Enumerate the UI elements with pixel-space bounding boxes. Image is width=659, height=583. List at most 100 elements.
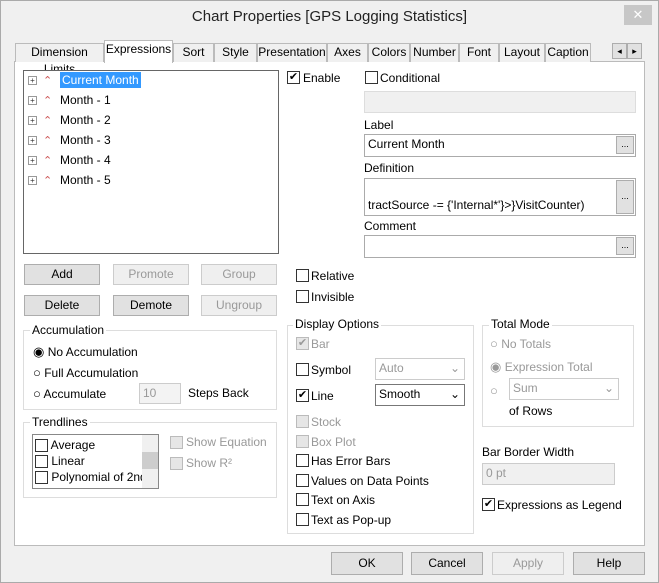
- condition-field[interactable]: [364, 91, 636, 113]
- cancel-button[interactable]: Cancel: [411, 552, 483, 575]
- tab-scroll-right-button[interactable]: ▸: [627, 43, 642, 59]
- tree-item[interactable]: + ⌃ Month - 5: [28, 173, 111, 191]
- line-label: Line: [311, 389, 334, 403]
- show-equation-checkbox[interactable]: [170, 436, 183, 449]
- text-on-axis-label: Text on Axis: [311, 493, 376, 507]
- tab-font[interactable]: Font: [459, 43, 499, 62]
- label-input[interactable]: Current Month: [364, 134, 636, 157]
- accumulate-radio[interactable]: ○ Accumulate: [33, 386, 106, 401]
- delete-button[interactable]: Delete: [24, 295, 100, 316]
- tree-item[interactable]: + ⌃ Month - 1: [28, 93, 111, 111]
- expand-icon[interactable]: +: [28, 96, 37, 106]
- enable-checkbox[interactable]: ✔: [287, 71, 300, 84]
- line-chart-icon: ⌃: [43, 135, 53, 147]
- enable-label: Enable: [303, 71, 341, 85]
- text-as-popup-checkbox[interactable]: [296, 513, 309, 526]
- line-checkbox[interactable]: ✔: [296, 389, 309, 402]
- tab-axes[interactable]: Axes: [327, 43, 368, 62]
- relative-checkbox[interactable]: [296, 269, 309, 282]
- box-plot-label: Box Plot: [311, 435, 356, 449]
- full-accumulation-radio[interactable]: ○ Full Accumulation: [33, 365, 138, 380]
- bar-border-width-title: Bar Border Width: [482, 445, 575, 459]
- symbol-select[interactable]: Auto ⌄: [375, 358, 465, 380]
- trendline-average[interactable]: Average: [35, 437, 156, 453]
- of-rows-label: of Rows: [509, 404, 553, 418]
- chevron-down-icon: ⌄: [449, 361, 460, 375]
- line-chart-icon: ⌃: [43, 155, 53, 167]
- expand-icon[interactable]: +: [28, 136, 37, 146]
- box-plot-checkbox[interactable]: [296, 435, 309, 448]
- expand-icon[interactable]: +: [28, 156, 37, 166]
- expand-icon[interactable]: +: [28, 116, 37, 126]
- close-button[interactable]: ✕: [624, 5, 652, 25]
- tree-item[interactable]: + ⌃ Current Month: [28, 72, 141, 91]
- apply-button[interactable]: Apply: [492, 552, 564, 575]
- comment-title: Comment: [364, 219, 417, 233]
- trendlines-scrollbar[interactable]: [142, 435, 158, 488]
- tree-item[interactable]: + ⌃ Month - 2: [28, 113, 111, 131]
- expression-total-radio[interactable]: ◉ Expression Total: [490, 359, 593, 375]
- stock-checkbox[interactable]: [296, 415, 309, 428]
- symbol-checkbox[interactable]: [296, 363, 309, 376]
- expressions-as-legend-checkbox[interactable]: ✔: [482, 498, 495, 511]
- show-equation-label: Show Equation: [186, 435, 267, 449]
- values-on-data-points-label: Values on Data Points: [311, 474, 429, 488]
- text-on-axis-checkbox[interactable]: [296, 493, 309, 506]
- trendlines-title: Trendlines: [30, 415, 90, 429]
- trendline-linear[interactable]: Linear: [35, 453, 156, 469]
- help-button[interactable]: Help: [573, 552, 645, 575]
- expand-icon[interactable]: +: [28, 176, 37, 186]
- tab-layout[interactable]: Layout: [499, 43, 545, 62]
- accumulation-title: Accumulation: [30, 323, 107, 337]
- tab-number[interactable]: Number: [410, 43, 459, 62]
- tab-presentation[interactable]: Presentation: [257, 43, 327, 62]
- tab-style[interactable]: Style: [214, 43, 257, 62]
- expand-icon[interactable]: +: [28, 76, 37, 86]
- tab-sort[interactable]: Sort: [173, 43, 214, 62]
- promote-button[interactable]: Promote: [113, 264, 189, 285]
- line-style-select[interactable]: Smooth ⌄: [375, 384, 465, 406]
- conditional-checkbox[interactable]: [365, 71, 378, 84]
- line-chart-icon: ⌃: [43, 95, 53, 107]
- trendlines-list[interactable]: Average Linear Polynomial of 2nd d: [32, 434, 159, 489]
- demote-button[interactable]: Demote: [113, 295, 189, 316]
- tab-caption[interactable]: Caption: [545, 43, 591, 62]
- line-chart-icon: ⌃: [43, 175, 53, 187]
- add-button[interactable]: Add: [24, 264, 100, 285]
- bar-border-width-stepper[interactable]: 0 pt: [482, 463, 615, 485]
- error-bars-label: Has Error Bars: [311, 454, 391, 468]
- ok-button[interactable]: OK: [331, 552, 403, 575]
- tab-colors[interactable]: Colors: [368, 43, 410, 62]
- relative-label: Relative: [311, 269, 355, 283]
- no-totals-radio[interactable]: ○ No Totals: [490, 336, 551, 351]
- comment-input[interactable]: [364, 235, 636, 258]
- error-bars-checkbox[interactable]: [296, 454, 309, 467]
- values-on-data-points-checkbox[interactable]: [296, 474, 309, 487]
- tab-dimension-limits[interactable]: Dimension Limits: [15, 43, 104, 76]
- ungroup-button[interactable]: Ungroup: [201, 295, 277, 316]
- symbol-label: Symbol: [311, 363, 352, 377]
- aggregation-select[interactable]: Sum ⌄: [509, 378, 619, 400]
- tab-expressions[interactable]: Expressions: [104, 40, 173, 63]
- trendline-polynomial-2[interactable]: Polynomial of 2nd d: [35, 469, 143, 485]
- total-mode-title: Total Mode: [489, 317, 552, 331]
- conditional-label: Conditional: [380, 71, 441, 85]
- tree-item[interactable]: + ⌃ Month - 4: [28, 153, 111, 171]
- tab-scroll-left-button[interactable]: ◂: [612, 43, 627, 59]
- bar-checkbox[interactable]: ✔: [296, 337, 309, 350]
- no-accumulation-radio[interactable]: ◉ No Accumulation: [33, 344, 138, 360]
- invisible-checkbox[interactable]: [296, 290, 309, 303]
- comment-ellipsis-button[interactable]: ...: [616, 237, 634, 255]
- definition-input[interactable]: tractSource -= {'Internal*'}>}VisitCount…: [364, 178, 636, 216]
- label-ellipsis-button[interactable]: ...: [616, 136, 634, 154]
- sum-radio[interactable]: ○: [490, 383, 498, 398]
- steps-back-label: Steps Back: [188, 386, 249, 400]
- show-r2-checkbox[interactable]: [170, 457, 183, 470]
- tree-item[interactable]: + ⌃ Month - 3: [28, 133, 111, 151]
- steps-back-stepper[interactable]: 10: [139, 383, 181, 404]
- group-button[interactable]: Group: [201, 264, 277, 285]
- label-title: Label: [364, 118, 394, 132]
- definition-ellipsis-button[interactable]: ...: [616, 180, 634, 214]
- invisible-label: Invisible: [311, 290, 355, 304]
- dialog-title: Chart Properties [GPS Logging Statistics…: [191, 8, 468, 25]
